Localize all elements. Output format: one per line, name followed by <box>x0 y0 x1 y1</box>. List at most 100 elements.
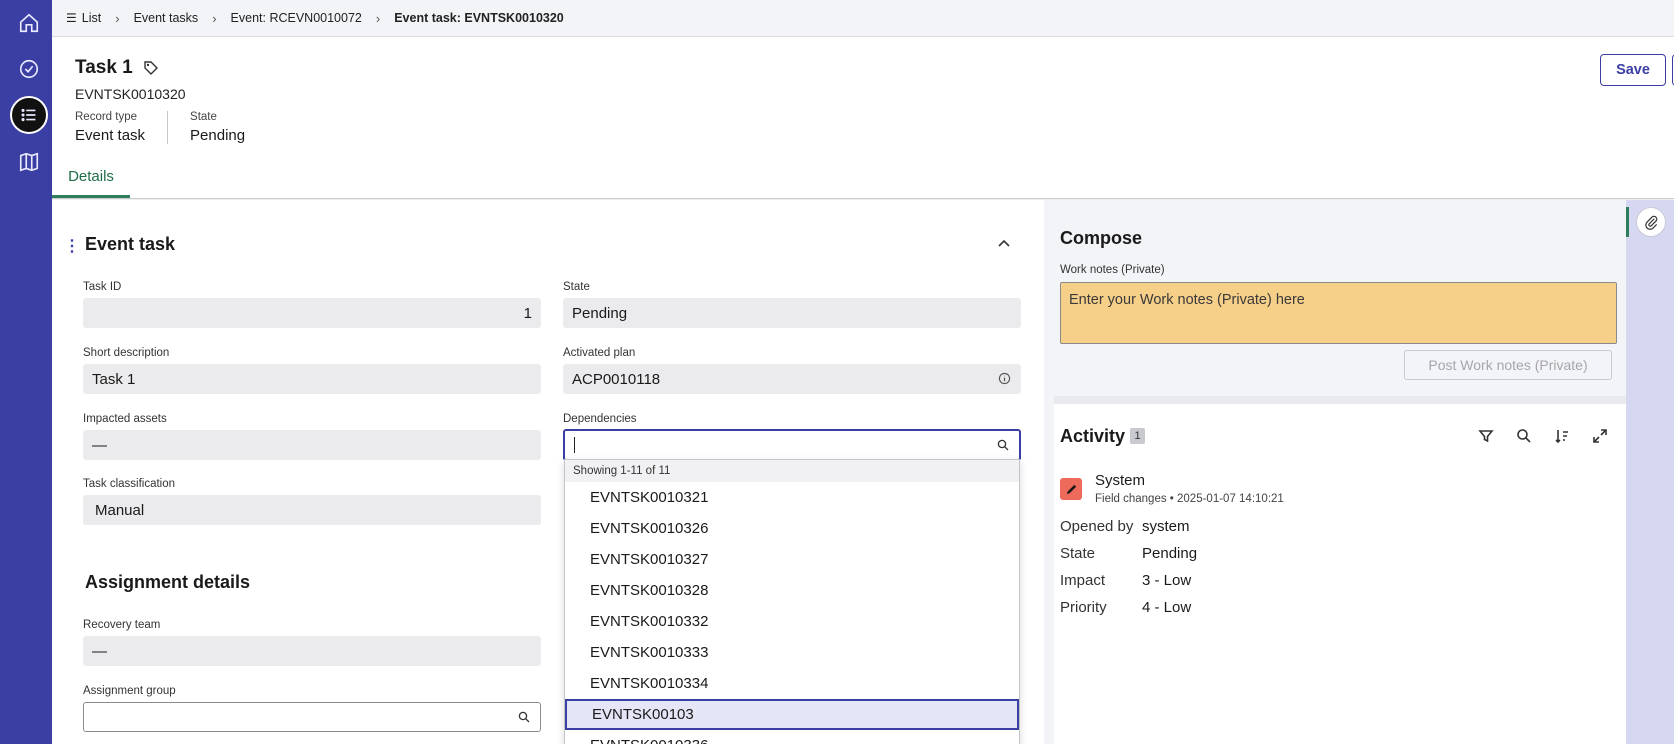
activity-field-row: Priority 4 - Low <box>1060 599 1191 616</box>
attachment-active-indicator <box>1626 207 1629 237</box>
assignment-group-label: Assignment group <box>83 685 176 697</box>
chevron-right-icon: › <box>115 10 120 26</box>
right-sidebar-strip <box>1626 200 1674 744</box>
assignment-group-input[interactable] <box>83 702 541 732</box>
activity-field-key: Opened by <box>1060 518 1134 535</box>
task-classification-label: Task classification <box>83 478 176 490</box>
short-description-label: Short description <box>83 347 170 359</box>
left-rail <box>0 0 52 744</box>
paperclip-icon[interactable] <box>1636 207 1666 237</box>
dependencies-search-input[interactable] <box>563 429 1021 461</box>
task-classification-value: Manual <box>95 501 145 519</box>
activity-field-key: State <box>1060 545 1096 562</box>
activity-field-value: 3 - Low <box>1142 572 1192 589</box>
record-type-value: Event task <box>75 127 146 144</box>
dropdown-option[interactable]: EVNTSK0010327 <box>565 544 1019 575</box>
post-work-notes-button[interactable]: Post Work notes (Private) <box>1404 350 1612 380</box>
activity-subtitle: Field changes • 2025-01-07 14:10:21 <box>1095 493 1284 505</box>
record-meta: Record type Event task State Pending <box>75 111 267 144</box>
impacted-assets-label: Impacted assets <box>83 413 167 425</box>
check-circle-icon[interactable] <box>8 48 50 90</box>
record-state: State Pending <box>167 111 267 144</box>
breadcrumb-current: Event task: EVNTSK0010320 <box>394 11 564 25</box>
task-id-field: 1 <box>83 298 541 328</box>
dropdown-results-count: Showing 1-11 of 11 <box>565 460 1019 482</box>
dropdown-option-highlighted[interactable]: EVNTSK00103 <box>565 699 1019 730</box>
chevron-up-icon[interactable] <box>997 236 1011 250</box>
state-value: Pending <box>572 304 628 322</box>
task-id-label: Task ID <box>83 281 122 293</box>
task-id-value: 1 <box>523 304 532 322</box>
compose-title: Compose <box>1060 228 1143 248</box>
work-notes-input[interactable]: Enter your Work notes (Private) here <box>1060 282 1617 344</box>
breadcrumb: ☰ List › Event tasks › Event: RCEVN001007… <box>52 0 1674 37</box>
short-description-value: Task 1 <box>92 370 136 388</box>
activity-title: Activity <box>1060 426 1126 446</box>
dropdown-option[interactable]: EVNTSK0010332 <box>565 606 1019 637</box>
section-title-event-task: Event task <box>85 234 176 254</box>
recovery-team-field[interactable]: — <box>83 636 541 666</box>
chevron-right-icon: › <box>375 10 381 26</box>
tab-details[interactable]: Details <box>52 157 130 198</box>
panel-divider <box>1054 396 1626 404</box>
record-header: Task 1 EVNTSK0010320 Record type Event t… <box>52 37 1674 199</box>
activated-plan-field[interactable]: ACP0010118 <box>563 364 1021 394</box>
activity-panel: Activity 1 System Field changes • 2025-0… <box>1054 404 1626 744</box>
section-title-assignment: Assignment details <box>85 572 251 592</box>
page-title: Task 1 <box>75 57 159 79</box>
task-classification-field[interactable]: Manual <box>83 495 541 525</box>
record-number: EVNTSK0010320 <box>75 86 186 102</box>
dropdown-option[interactable]: EVNTSK0010321 <box>565 482 1019 513</box>
tag-icon[interactable] <box>143 60 159 76</box>
activity-field-row: State Pending <box>1060 545 1197 562</box>
record-state-value: Pending <box>190 127 246 144</box>
activated-plan-value: ACP0010118 <box>572 370 661 388</box>
dropdown-option[interactable]: EVNTSK0010334 <box>565 668 1019 699</box>
home-icon[interactable] <box>8 2 50 44</box>
dropdown-option[interactable]: EVNTSK0010328 <box>565 575 1019 606</box>
list-icon: ☰ <box>66 11 77 25</box>
activity-field-key: Priority <box>1060 599 1107 616</box>
activated-plan-label: Activated plan <box>563 347 636 359</box>
activity-count-badge: 1 <box>1130 428 1145 444</box>
drag-handle-icon[interactable]: ⋮ <box>64 236 80 256</box>
map-icon[interactable] <box>8 141 50 183</box>
dropdown-option[interactable]: EVNTSK0010326 <box>565 513 1019 544</box>
sort-icon[interactable] <box>1554 428 1570 444</box>
short-description-field[interactable]: Task 1 <box>83 364 541 394</box>
activity-field-value: system <box>1142 518 1190 535</box>
dropdown-option[interactable]: EVNTSK0010333 <box>565 637 1019 668</box>
impacted-assets-field[interactable]: — <box>83 430 541 460</box>
save-button[interactable]: Save <box>1600 54 1666 86</box>
record-state-label: State <box>190 111 217 123</box>
work-notes-label: Work notes (Private) <box>1060 264 1165 276</box>
record-type: Record type Event task <box>75 111 167 144</box>
impacted-assets-value: — <box>92 436 107 454</box>
pencil-icon <box>1060 478 1082 500</box>
search-icon[interactable] <box>997 439 1009 451</box>
dependencies-dropdown: Showing 1-11 of 11 EVNTSK0010321 EVNTSK0… <box>564 459 1020 744</box>
search-icon[interactable] <box>518 711 530 723</box>
dropdown-option[interactable]: EVNTSK0010336 <box>565 730 1019 744</box>
activity-field-key: Impact <box>1060 572 1106 589</box>
state-label: State <box>563 281 590 293</box>
dependencies-label: Dependencies <box>563 413 637 425</box>
info-icon[interactable] <box>998 372 1011 385</box>
text-caret <box>574 437 575 453</box>
filter-icon[interactable] <box>1478 428 1494 444</box>
recovery-team-label: Recovery team <box>83 619 161 631</box>
expand-icon[interactable] <box>1592 428 1608 444</box>
panel-gutter <box>1044 200 1054 744</box>
chevron-right-icon: › <box>212 10 217 26</box>
recovery-team-value: — <box>92 642 107 660</box>
activity-field-row: Opened by system <box>1060 518 1190 535</box>
breadcrumb-list[interactable]: ☰ List <box>66 11 101 25</box>
compose-panel: Compose Work notes (Private) Enter your … <box>1054 200 1626 396</box>
breadcrumb-event-tasks[interactable]: Event tasks <box>134 11 199 25</box>
activity-field-value: Pending <box>1142 545 1198 562</box>
record-type-label: Record type <box>75 111 138 123</box>
breadcrumb-event[interactable]: Event: RCEVN0010072 <box>231 11 362 25</box>
list-icon[interactable] <box>10 96 48 134</box>
state-field[interactable]: Pending <box>563 298 1021 328</box>
search-icon[interactable] <box>1516 428 1532 444</box>
